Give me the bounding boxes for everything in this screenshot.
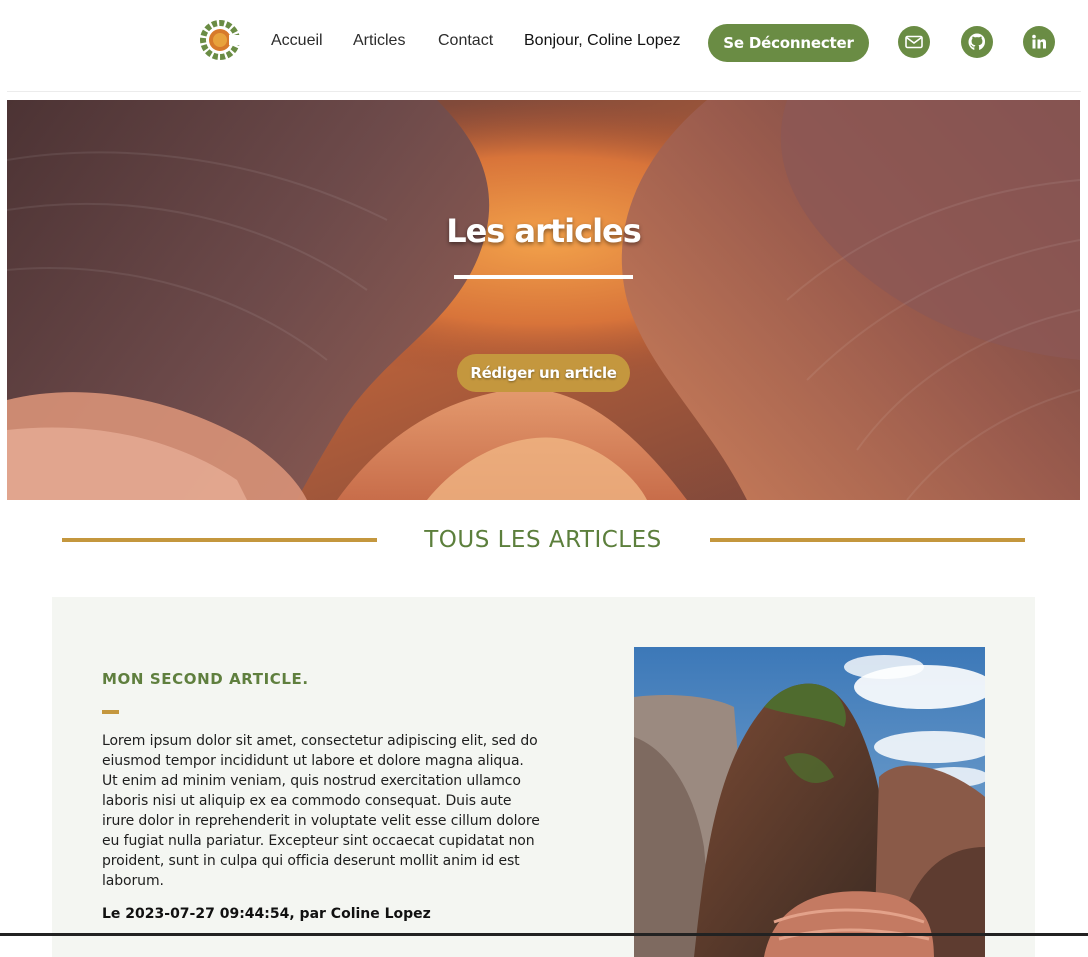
nav-link-accueil[interactable]: Accueil — [271, 32, 323, 50]
hero-banner: Les articles Rédiger un article — [7, 100, 1080, 500]
github-icon[interactable] — [961, 26, 993, 58]
article-meta: Le 2023-07-27 09:44:54, par Coline Lopez — [102, 906, 431, 922]
hero-canyon-image — [7, 100, 1080, 500]
mail-icon[interactable] — [898, 26, 930, 58]
header-divider — [7, 91, 1081, 92]
article-image-illustration — [634, 647, 985, 957]
nav-link-contact[interactable]: Contact — [438, 32, 493, 50]
section-divider-left — [62, 538, 377, 542]
site-header: Accueil Articles Contact Bonjour, Coline… — [0, 0, 1088, 90]
article-image[interactable] — [634, 647, 985, 957]
section-title: TOUS LES ARTICLES — [424, 527, 662, 553]
article-title[interactable]: MON SECOND ARTICLE. — [102, 670, 309, 688]
site-logo[interactable] — [200, 20, 240, 60]
user-greeting: Bonjour, Coline Lopez — [524, 32, 681, 49]
article-excerpt: Lorem ipsum dolor sit amet, consectetur … — [102, 733, 540, 889]
logout-button[interactable]: Se Déconnecter — [708, 24, 869, 62]
linkedin-icon[interactable] — [1023, 26, 1055, 58]
article-title-accent — [102, 710, 119, 714]
nav-link-articles[interactable]: Articles — [353, 32, 405, 50]
section-divider-right — [710, 538, 1025, 542]
hero-title-underline — [454, 275, 633, 279]
article-card[interactable]: MON SECOND ARTICLE. Lorem ipsum dolor si… — [52, 597, 1035, 957]
hero-title: Les articles — [446, 212, 642, 250]
write-article-button[interactable]: Rédiger un article — [457, 354, 630, 392]
